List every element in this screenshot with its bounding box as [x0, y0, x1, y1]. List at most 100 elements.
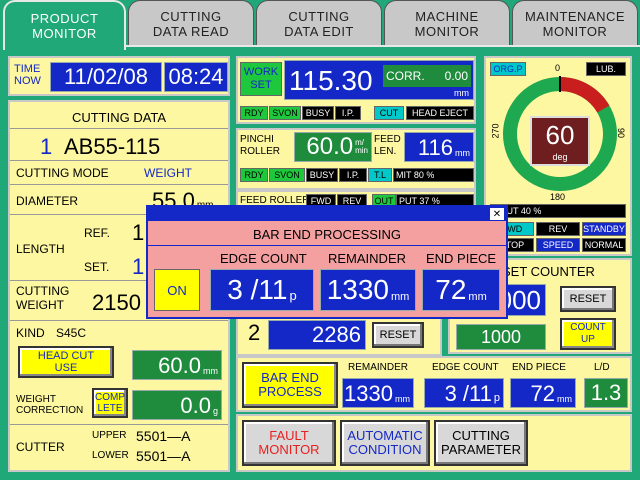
bar-end-remainder-display: 1330 mm: [342, 378, 414, 408]
set-counter-reset-button[interactable]: RESET: [560, 286, 616, 312]
bar-end-remainder-unit: mm: [395, 394, 410, 404]
bar-end-remainder-label: REMAINDER: [348, 362, 409, 373]
popup-remainder-value: 1330: [326, 274, 389, 305]
popup-remainder-label: REMAINDER: [328, 251, 407, 266]
count-up-button[interactable]: COUNT UP: [560, 318, 616, 350]
dial-level-arc: [559, 77, 610, 113]
corr-box: CORR. 0.00: [383, 65, 471, 87]
pinch-busy-indicator: BUSY: [306, 168, 338, 182]
bar-end-popup: ✕ BAR END PROCESSING ON EDGE COUNT 3 /11…: [146, 205, 508, 319]
cutting-data-title: CUTTING DATA: [71, 110, 167, 125]
time-panel: TIME NOW 11/02/08 08:24: [8, 56, 230, 96]
pinch-limit-text: MIT 80 %: [393, 168, 474, 182]
upper-value: 5501—A: [136, 428, 191, 444]
popup-divider: [148, 245, 506, 246]
popup-end-piece-value: 72: [435, 274, 467, 305]
head-cut-number: 60.0: [158, 353, 201, 378]
tab-machine-monitor[interactable]: MACHINE MONITOR: [384, 0, 510, 46]
weight-correction-unit: g: [212, 406, 218, 416]
work-set-display: 115.30 CORR. 0.00 mm: [284, 60, 474, 100]
feed-length-value: 116: [417, 135, 453, 160]
dial-180-label: 180: [550, 192, 566, 202]
dial-value: 60: [545, 120, 575, 150]
pinch-roller-panel: PINCHI ROLLER 60.0 m/ min FEED LEN. 116 …: [236, 128, 476, 190]
bar-end-end-piece-label: END PIECE: [512, 362, 566, 373]
lower-label: LOWER: [92, 450, 129, 461]
ref-value: 1: [132, 220, 145, 245]
set-value: 1: [132, 254, 145, 279]
dial-center: 60 deg: [530, 116, 590, 166]
work-head-eject-indicator: HEAD EJECT: [406, 106, 474, 120]
counter2-index: 2: [248, 320, 261, 345]
pinch-svon-indicator: SVON: [269, 168, 305, 182]
fault-monitor-button[interactable]: FAULT MONITOR: [242, 420, 336, 466]
head-cut-value: 60.0 mm: [132, 350, 222, 380]
work-set-label: WORK SET: [240, 62, 282, 96]
head-cut-use-button[interactable]: HEAD CUT USE: [18, 346, 114, 378]
status-standby: STANDBY: [582, 222, 626, 236]
popup-titlebar: [148, 207, 506, 221]
bar-end-end-piece-unit: mm: [557, 394, 572, 404]
status-rev: REV: [536, 222, 580, 236]
complete-button[interactable]: COMP LETE: [92, 388, 128, 418]
dial-output-text: TPUT 40 %: [490, 204, 626, 218]
ld-label: L/D: [594, 362, 610, 373]
item-no: 1: [40, 134, 53, 159]
pinch-tl-indicator: T.L: [368, 168, 392, 182]
bar-end-edge-unit: p: [493, 392, 500, 404]
popup-edge-label: EDGE COUNT: [220, 251, 307, 266]
work-svon-indicator: SVON: [269, 106, 301, 120]
tab-cutting-data-edit[interactable]: CUTTING DATA EDIT: [256, 0, 382, 46]
automatic-condition-button[interactable]: AUTOMATIC CONDITION: [340, 420, 430, 466]
work-set-panel: WORK SET 115.30 CORR. 0.00 mm RDY SVON B…: [236, 56, 476, 124]
work-cut-indicator: CUT: [374, 106, 404, 120]
counter2-reset-button[interactable]: RESET: [372, 322, 424, 348]
bar-end-edge-value: 3 /11: [444, 381, 492, 406]
bar-end-process-button[interactable]: BAR END PROCESS: [242, 362, 338, 408]
tab-cutting-data-read[interactable]: CUTTING DATA READ: [128, 0, 254, 46]
corr-value: 0.00: [444, 69, 468, 83]
popup-end-piece-display: 72 mm: [422, 269, 500, 311]
ref-label: REF.: [84, 226, 111, 240]
bar-end-remainder-value: 1330: [344, 381, 393, 406]
pinch-rdy-indicator: RDY: [240, 168, 268, 182]
date-display: 11/02/08: [50, 62, 162, 92]
time-label: TIME NOW: [14, 63, 41, 87]
feed-length-unit: mm: [455, 148, 470, 158]
work-ip-indicator: I.P.: [335, 106, 361, 120]
cutting-mode-value: WEIGHT: [144, 166, 192, 180]
cutting-weight-label: CUTTING WEIGHT: [16, 284, 70, 312]
popup-edge-value: 3 /11: [227, 274, 288, 305]
pinch-roller-speed: 60.0 m/ min: [294, 132, 372, 162]
tab-maintenance-monitor[interactable]: MAINTENANCE MONITOR: [512, 0, 638, 46]
pinch-ip-indicator: I.P.: [339, 168, 367, 182]
head-cut-unit: mm: [203, 366, 218, 376]
pinch-roller-unit: m/ min: [355, 138, 368, 155]
set-counter-title: SET COUNTER: [502, 264, 595, 279]
weight-correction-number: 0.0: [180, 393, 211, 418]
corr-label: CORR.: [386, 69, 425, 83]
length-label: LENGTH: [16, 242, 65, 256]
kind-value: S45C: [56, 326, 87, 340]
cutting-parameter-button[interactable]: CUTTING PARAMETER: [434, 420, 528, 466]
feed-length-display: 116 mm: [404, 132, 474, 162]
dial-unit: deg: [552, 152, 568, 162]
popup-close-button[interactable]: ✕: [490, 208, 504, 220]
work-busy-indicator: BUSY: [302, 106, 334, 120]
pinch-roller-label: PINCHI ROLLER: [240, 134, 281, 157]
popup-title: BAR END PROCESSING: [252, 227, 402, 242]
bar-end-panel: BAR END PROCESS REMAINDER 1330 mm EDGE C…: [236, 356, 632, 412]
kind-label: KIND: [16, 326, 45, 340]
work-rdy-indicator: RDY: [240, 106, 268, 120]
item-code: AB55-115: [64, 134, 161, 159]
upper-label: UPPER: [92, 430, 127, 441]
counter2-value: 2286: [268, 320, 366, 350]
cutting-mode-label: CUTTING MODE: [16, 166, 109, 180]
tab-product-monitor[interactable]: PRODUCT MONITOR: [3, 0, 126, 50]
divider: [10, 160, 228, 161]
bar-end-edge-label: EDGE COUNT: [432, 362, 499, 373]
weight-correction-label: WEIGHT CORRECTION: [16, 394, 84, 416]
popup-remainder-unit: mm: [390, 291, 410, 303]
weight-correction-value: 0.0 g: [132, 390, 222, 420]
title-divider: [10, 128, 228, 129]
